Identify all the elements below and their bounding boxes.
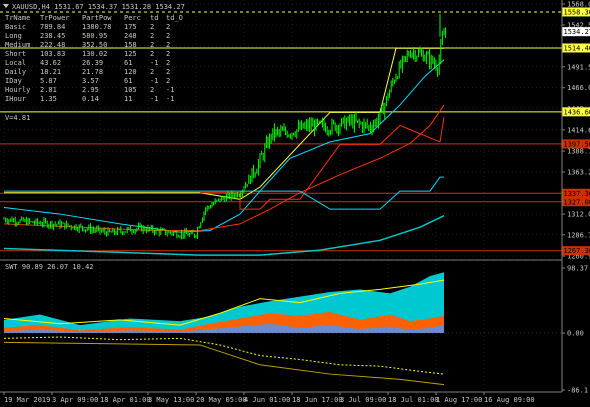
price-tick-label: 1363.25 [567,169,590,177]
stats-cell: 61 [124,77,132,85]
price-tag-label: 1514.40 [564,44,590,52]
time-tick-label: 18 Apr 01:00 [100,396,151,404]
stats-cell: 1380.78 [82,23,112,31]
time-tick-label: 3 Jul 09:00 [340,396,386,404]
stats-header-cell: TrName [5,14,30,22]
stats-cell: 18.21 [40,68,61,76]
stats-cell: 2 [166,68,170,76]
stats-cell: 26.39 [82,59,103,67]
stats-cell: 2 [166,77,170,85]
stats-cell: 21.78 [82,68,103,76]
price-tick-label: 1466.00 [567,84,590,92]
price-tick-label: 1286.75 [567,231,590,239]
stats-cell: 352.50 [82,41,107,49]
price-tick-label: 1388.75 [567,148,590,156]
stats-cell: Hourly [5,86,30,94]
stats-cell: 0.14 [82,95,99,103]
price-tick-label: 1568.00 [567,1,590,9]
stats-cell: Basic [5,23,26,31]
price-tick-label: 1414.65 [567,126,590,134]
stats-cell: 5.87 [40,77,57,85]
stats-cell: Short [5,50,26,58]
stats-cell: Medium [5,41,30,49]
stats-header-cell: td [150,14,158,22]
stats-cell: 125 [124,50,137,58]
stats-cell: 2 [150,32,154,40]
stats-cell: 2 [150,86,154,94]
stats-cell: -1 [150,95,158,103]
stats-cell: 130.02 [82,50,107,58]
stats-cell: IHour [5,95,26,103]
stats-cell: 2 [150,50,154,58]
stats-cell: 175 [124,23,137,31]
stats-cell: 248 [124,32,137,40]
time-tick-label: 18 Jun 17:00 [292,396,343,404]
stats-cell: 2.95 [82,86,99,94]
indicator-tick-label: 0.00 [567,330,584,338]
stats-cell: 2 [166,23,170,31]
price-tag-label: 1267.36 [564,247,590,255]
stats-cell: 2 [166,59,170,67]
indicator-tick-label: -86.1 [567,387,588,395]
stats-cell: 238.45 [40,32,65,40]
stats-cell: -1 [150,77,158,85]
price-tick-label: 1491.50 [567,63,590,71]
price-tag-label: 1436.60 [564,108,590,116]
stats-cell: Long [5,32,22,40]
stats-cell: 2.81 [40,86,57,94]
price-tag-label: 1534.27 [564,28,590,36]
price-tick-label: 1312.05 [567,211,590,219]
stats-cell: 2 [150,41,154,49]
stats-cell: 105 [124,86,137,94]
stats-cell: Local [5,59,26,67]
stats-header-cell: TrPower [40,14,70,22]
stats-header-cell: PartPow [82,14,112,22]
stats-cell: 2 [166,41,170,49]
time-tick-label: 16 Aug 09:00 [484,396,535,404]
time-tick-label: 18 Jul 01:00 [388,396,439,404]
time-tick-label: 1 Aug 17:00 [436,396,482,404]
time-tick-label: 3 May 13:00 [148,396,194,404]
indicator-label: SWT 90.89 26.07 10.42 [5,263,94,271]
chart-title: XAUUSD,H4 1531.67 1534.37 1531.28 1534.2… [12,3,185,11]
stats-cell: IDay [5,77,22,85]
stats-cell: 43.62 [40,59,61,67]
stats-cell: 120 [124,68,137,76]
stats-cell: 3.57 [82,77,99,85]
stats-cell: 789.84 [40,23,65,31]
chart-title-bar: XAUUSD,H4 1531.67 1534.37 1531.28 1534.2… [3,3,185,11]
stats-cell: -1 [166,95,174,103]
stats-header-cell: Perc [124,14,141,22]
time-tick-label: 20 May 05:00 [196,396,247,404]
trading-chart[interactable]: XAUUSD,H4 1531.67 1534.37 1531.28 1534.2… [0,0,590,407]
stats-cell: -1 [166,86,174,94]
stats-cell: -1 [150,59,158,67]
stats-cell: 580.95 [82,32,107,40]
stats-cell: 222.48 [40,41,65,49]
volatility-label: V=4.81 [5,114,30,122]
stats-cell: 11 [124,95,132,103]
indicator-tick-label: 98.37 [567,265,588,273]
stats-cell: 2 [150,23,154,31]
stats-cell: 103.83 [40,50,65,58]
stats-cell: 2 [166,32,170,40]
price-tag-label: 1337.36 [564,190,590,198]
time-tick-label: 3 Apr 09:00 [52,396,98,404]
price-tag-label: 1397.50 [564,140,590,148]
price-tag-label: 1558.30 [564,8,590,16]
time-tick-label: 19 Mar 2019 [4,396,50,404]
time-tick-label: 4 Jun 01:00 [244,396,290,404]
price-tag-label: 1327.00 [564,198,590,206]
stats-cell: 2 [150,68,154,76]
stats-header-cell: td_O [166,14,183,22]
stats-cell: Daily [5,68,26,76]
stats-cell: 158 [124,41,137,49]
stats-cell: 1.35 [40,95,57,103]
stats-cell: 2 [166,50,170,58]
stats-cell: 61 [124,59,132,67]
